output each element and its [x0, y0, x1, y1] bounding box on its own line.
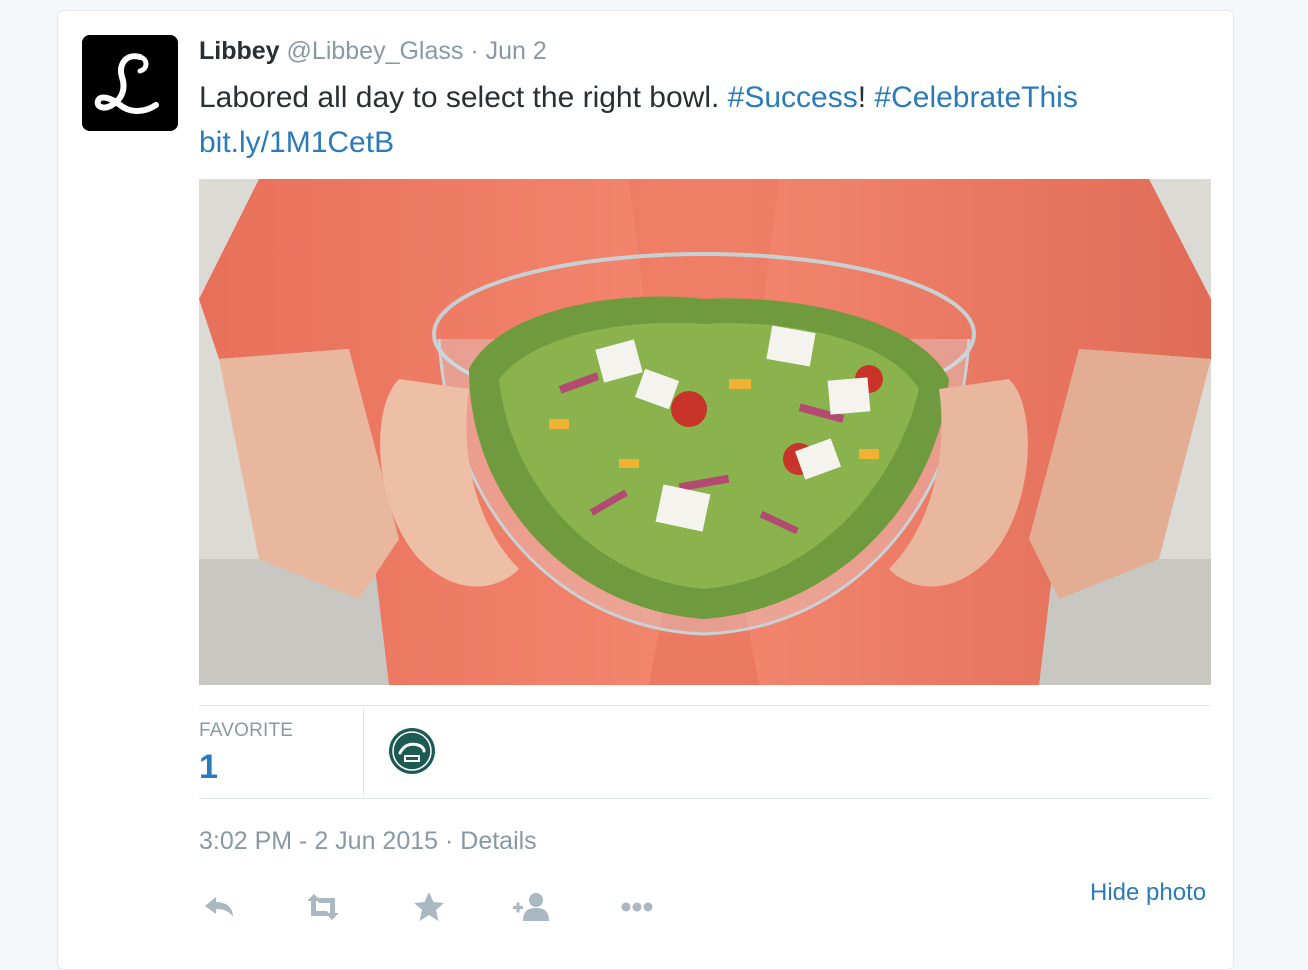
- favorite-count[interactable]: 1: [199, 748, 218, 787]
- tweet-header: Libbey @Libbey_Glass · Jun 2: [199, 35, 547, 67]
- libbey-logo-icon: [82, 35, 178, 131]
- tweet-date[interactable]: Jun 2: [486, 37, 547, 65]
- favorite-star-icon: [414, 892, 444, 921]
- tweet-photo[interactable]: [199, 179, 1211, 685]
- tweet-link[interactable]: bit.ly/1M1CetB: [199, 126, 394, 159]
- author-avatar[interactable]: [82, 35, 178, 131]
- more-button[interactable]: [617, 887, 657, 927]
- reply-button[interactable]: [199, 887, 239, 927]
- retweet-icon: [307, 894, 339, 920]
- tweet-text: Labored all day to select the right bowl…: [199, 75, 1199, 165]
- toledo-flavors-logo-icon: [389, 728, 435, 774]
- tweet-stats: FAVORITE 1: [199, 705, 1211, 799]
- follow-button[interactable]: [511, 887, 551, 927]
- header-separator: ·: [470, 37, 479, 65]
- reply-icon: [205, 897, 233, 917]
- favorite-label[interactable]: FAVORITE: [199, 720, 293, 742]
- author-handle[interactable]: @Libbey_Glass: [287, 37, 464, 65]
- hide-photo-link[interactable]: Hide photo: [1090, 879, 1206, 907]
- tweet-card: Libbey @Libbey_Glass · Jun 2 Labored all…: [57, 10, 1234, 970]
- tweet-timestamp[interactable]: 3:02 PM - 2 Jun 2015: [199, 827, 438, 855]
- stats-divider: [363, 706, 364, 798]
- tweet-text-exclamation: !: [857, 81, 875, 114]
- more-icon: [621, 902, 653, 912]
- author-name[interactable]: Libbey: [199, 37, 280, 65]
- meta-separator: ·: [438, 827, 461, 855]
- tweet-meta: 3:02 PM - 2 Jun 2015 · Details: [199, 827, 537, 856]
- hashtag-success[interactable]: #Success: [728, 81, 858, 114]
- salad-bowl-photo: [199, 179, 1211, 685]
- favorite-button[interactable]: [409, 887, 449, 927]
- retweet-button[interactable]: [303, 887, 343, 927]
- hashtag-celebratethis[interactable]: #CelebrateThis: [874, 81, 1077, 114]
- favoriter-avatar[interactable]: [388, 727, 436, 775]
- details-link[interactable]: Details: [460, 827, 536, 855]
- follow-icon: [513, 893, 549, 921]
- tweet-text-main: Labored all day to select the right bowl…: [199, 81, 728, 114]
